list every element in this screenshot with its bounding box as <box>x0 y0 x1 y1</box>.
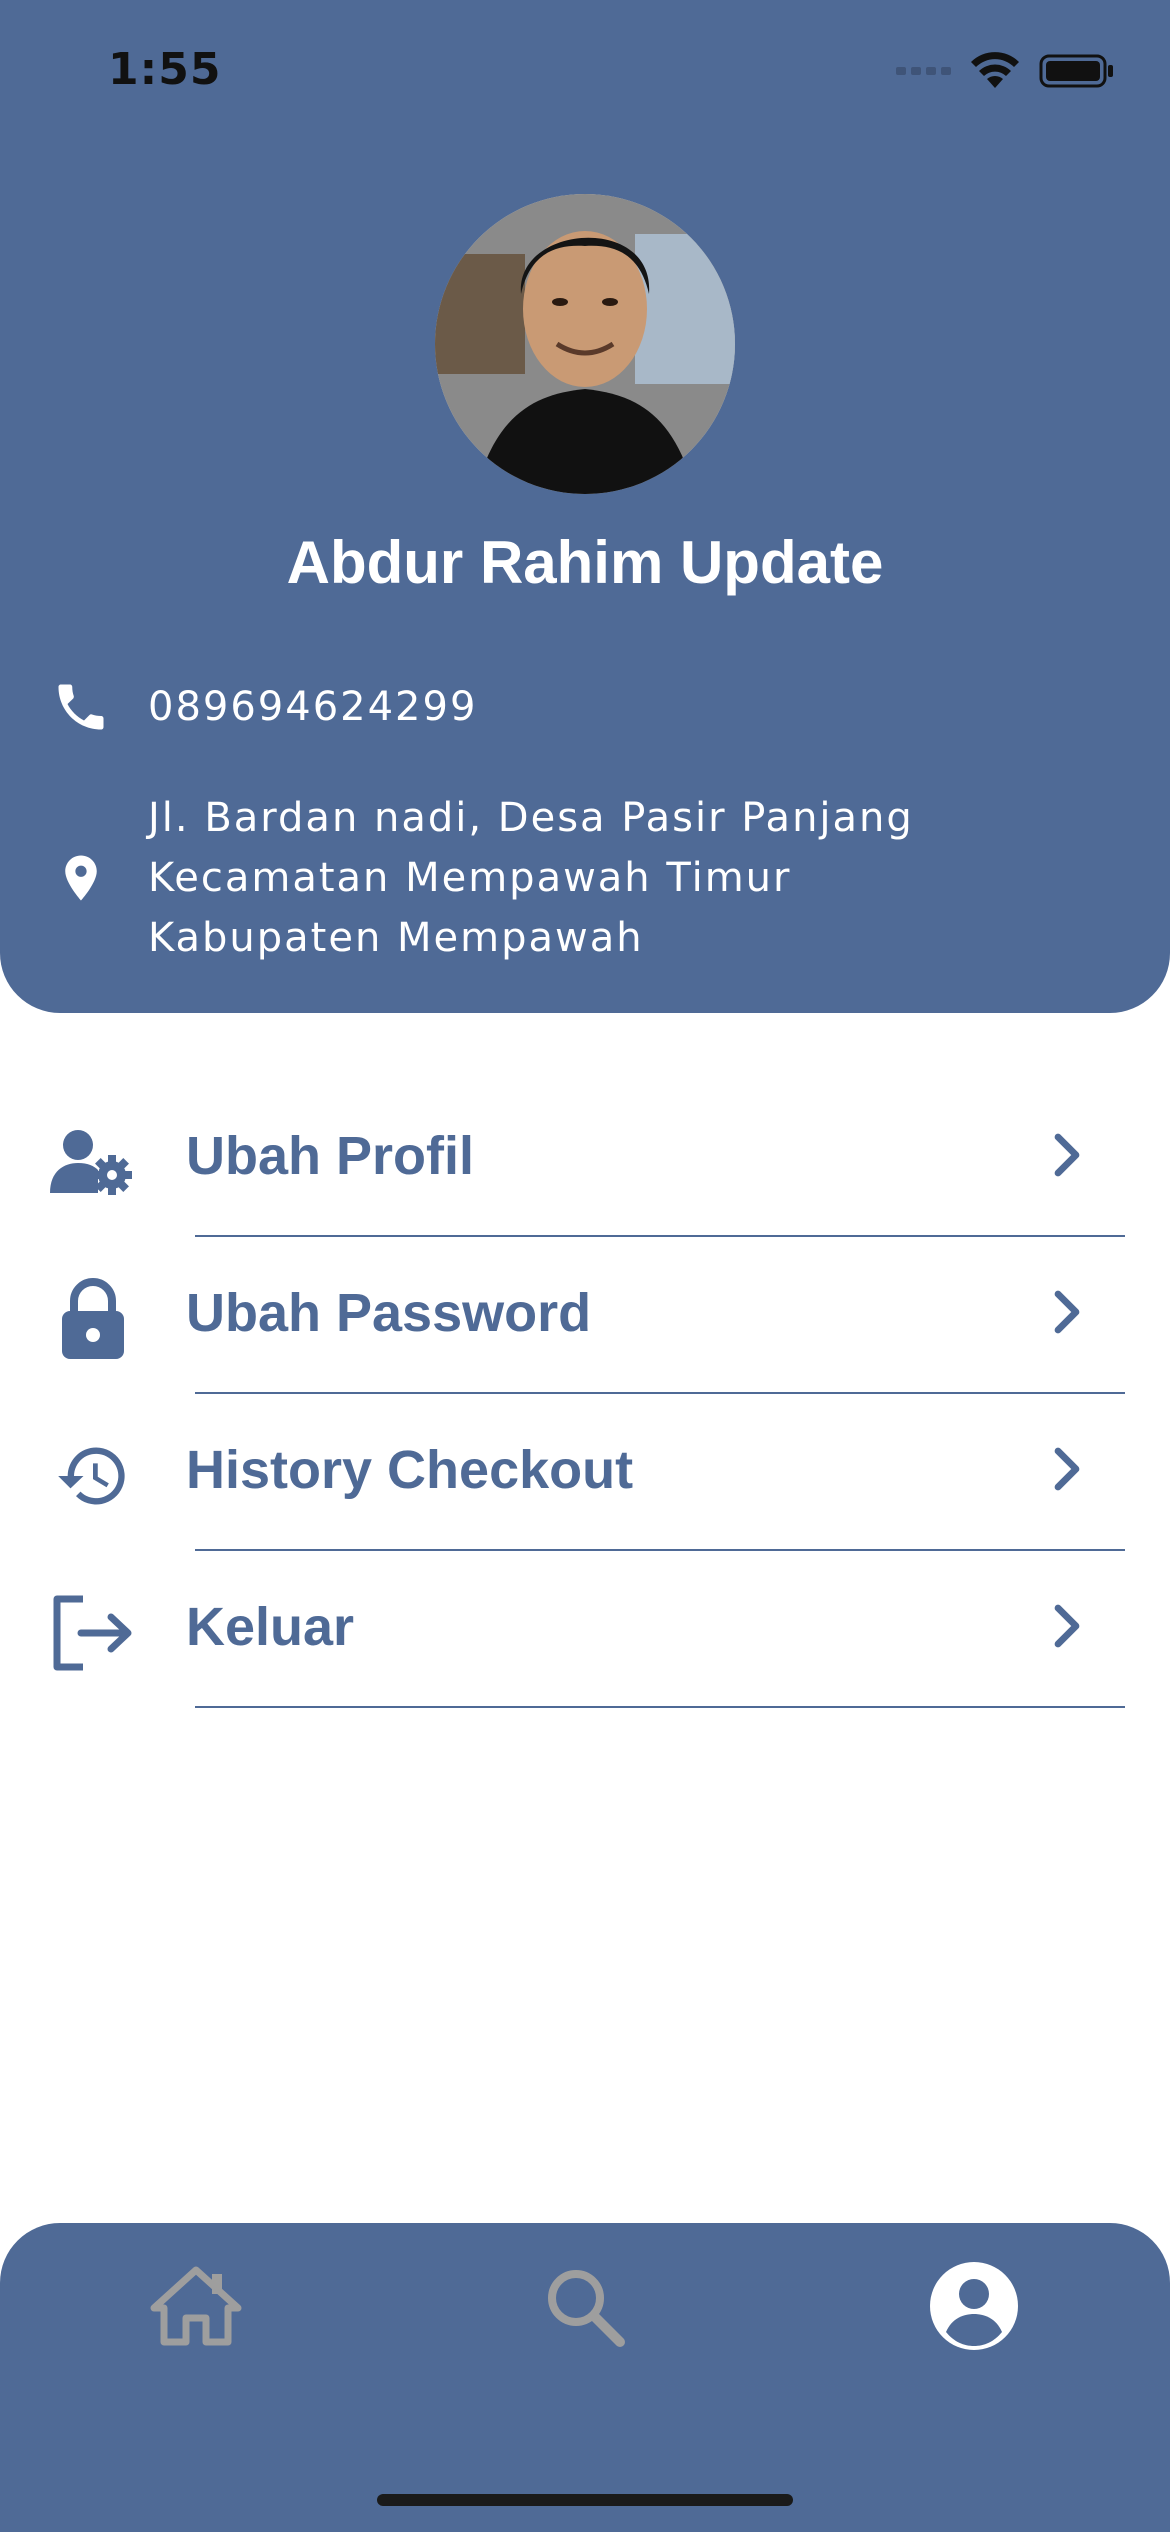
menu-label: Ubah Password <box>186 1283 592 1343</box>
divider <box>195 1706 1125 1708</box>
search-icon <box>548 2270 625 2347</box>
menu-item-ubah-password[interactable]: Ubah Password <box>0 1237 1170 1394</box>
menu-item-history-checkout[interactable]: History Checkout <box>0 1394 1170 1551</box>
nav-account-button[interactable] <box>919 2251 1029 2361</box>
profile-avatar[interactable] <box>435 194 735 494</box>
lock-icon <box>48 1274 138 1364</box>
phone-icon <box>48 674 114 740</box>
profile-menu: Ubah Profil Ubah Password History Checko… <box>0 1080 1170 1708</box>
chevron-right-icon <box>1054 1447 1080 1491</box>
address-row: Jl. Bardan nadi, Desa Pasir Panjang Keca… <box>48 788 914 968</box>
logout-icon <box>48 1588 138 1678</box>
wifi-icon <box>971 52 1019 88</box>
menu-item-ubah-profil[interactable]: Ubah Profil <box>0 1080 1170 1237</box>
battery-icon <box>1039 54 1113 88</box>
nav-search-button[interactable] <box>529 2251 639 2361</box>
status-icons <box>896 52 1115 90</box>
menu-item-keluar[interactable]: Keluar <box>0 1551 1170 1708</box>
profile-header: 1:55 Abdur Rahim Update 089694624299 Jl.… <box>0 0 1170 1013</box>
phone-number: 089694624299 <box>148 684 478 730</box>
chevron-right-icon <box>1054 1604 1080 1648</box>
account-icon <box>930 2262 1018 2350</box>
signal-icon <box>896 67 951 75</box>
phone-row: 089694624299 <box>48 674 477 740</box>
history-icon <box>48 1431 138 1521</box>
nav-home-button[interactable] <box>141 2251 251 2361</box>
chevron-right-icon <box>1054 1133 1080 1177</box>
home-indicator <box>377 2494 793 2506</box>
menu-label: History Checkout <box>186 1440 634 1500</box>
home-icon <box>150 2266 242 2346</box>
bottom-navigation <box>0 2223 1170 2532</box>
user-name: Abdur Rahim Update <box>286 529 884 596</box>
address-text: Jl. Bardan nadi, Desa Pasir Panjang Keca… <box>148 795 914 961</box>
status-time: 1:55 <box>108 44 222 95</box>
menu-label: Ubah Profil <box>186 1126 475 1186</box>
user-cog-icon <box>48 1117 138 1207</box>
chevron-right-icon <box>1054 1290 1080 1334</box>
location-pin-icon <box>48 845 114 911</box>
menu-label: Keluar <box>186 1597 355 1657</box>
